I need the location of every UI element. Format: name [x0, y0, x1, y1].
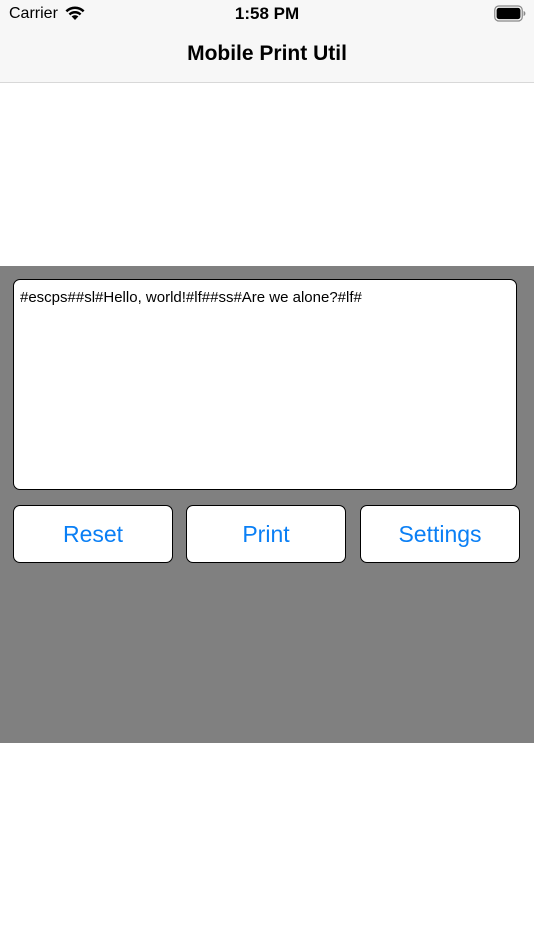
- reset-button[interactable]: Reset: [13, 505, 173, 563]
- status-bar: Carrier 1:58 PM: [0, 0, 534, 28]
- status-time: 1:58 PM: [234, 4, 300, 23]
- print-panel: #escps##sl#Hello, world!#lf##ss#Are we a…: [0, 266, 534, 743]
- print-button[interactable]: Print: [186, 505, 346, 563]
- print-text-input[interactable]: #escps##sl#Hello, world!#lf##ss#Are we a…: [13, 279, 517, 490]
- navigation-bar: Mobile Print Util: [0, 28, 534, 83]
- settings-button[interactable]: Settings: [360, 505, 520, 563]
- battery-icon: [494, 5, 526, 22]
- page-title: Mobile Print Util: [187, 42, 347, 65]
